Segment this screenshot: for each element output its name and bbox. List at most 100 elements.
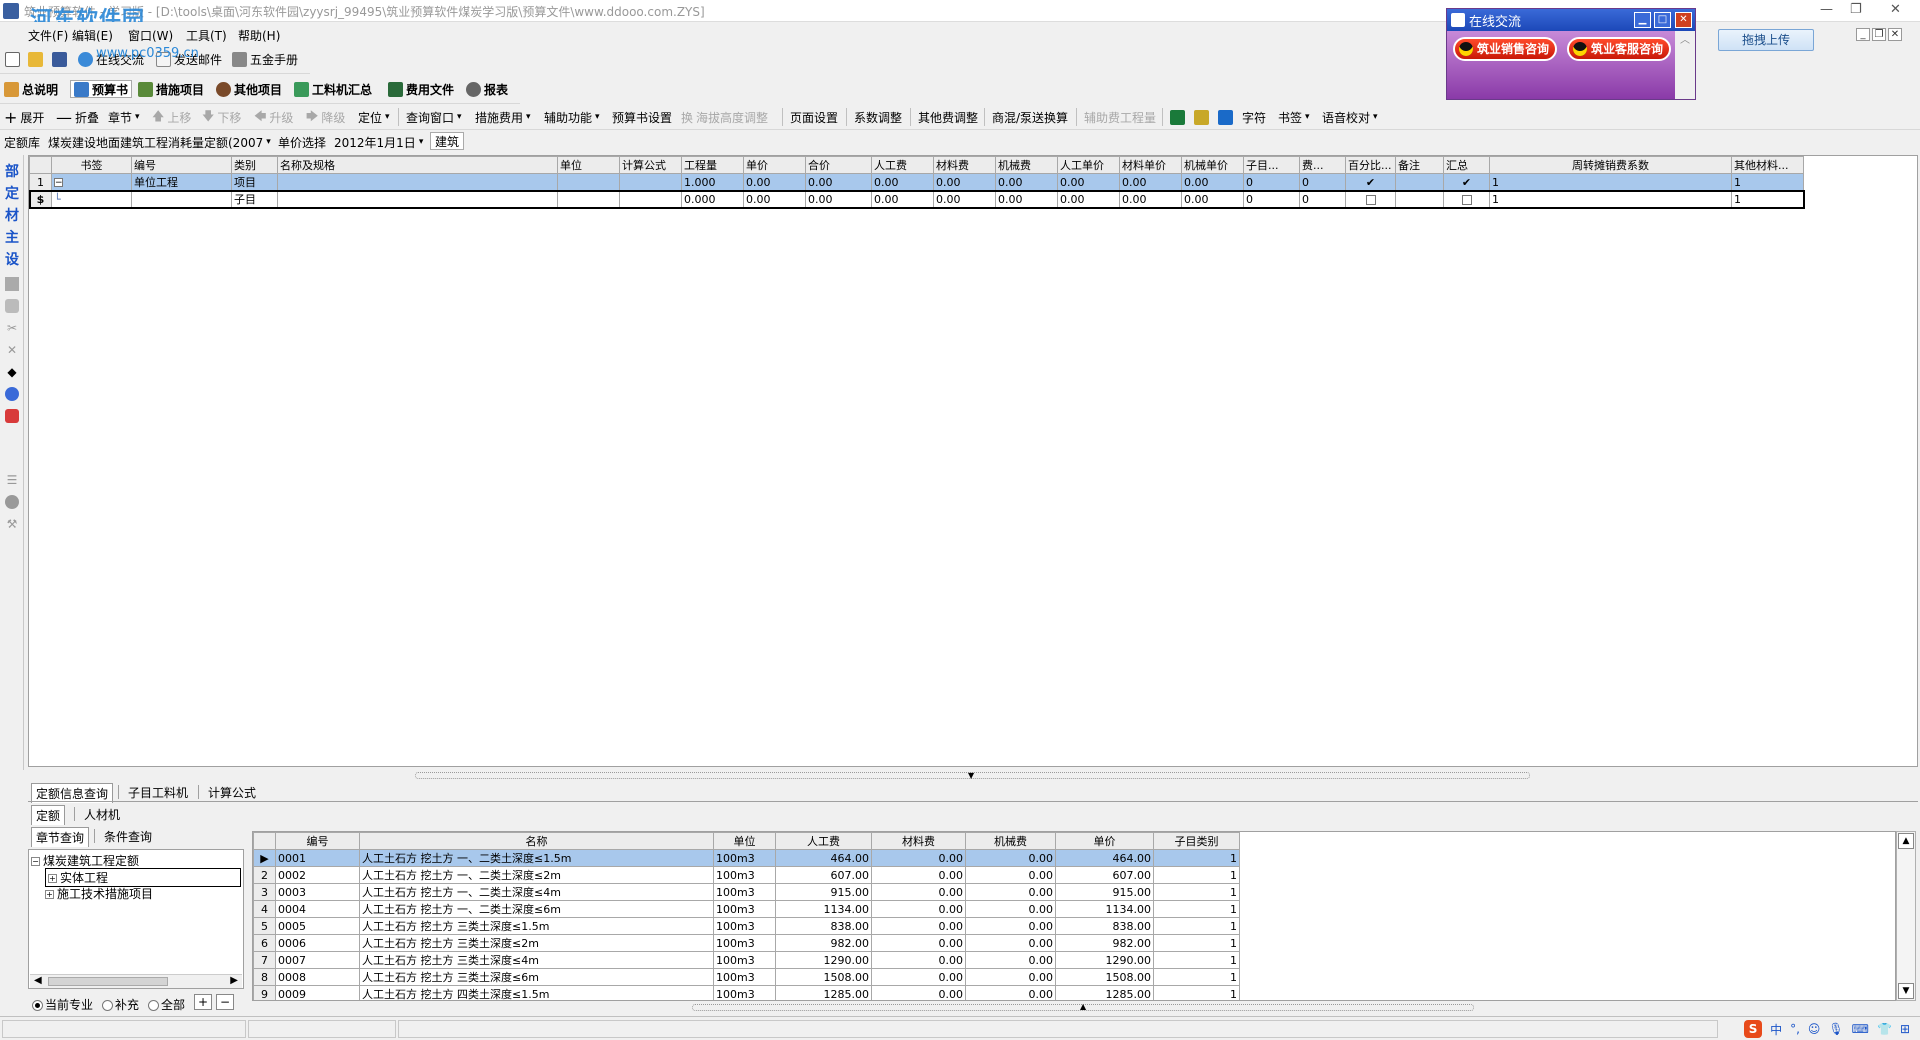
cell-material[interactable]: 0.00 xyxy=(871,883,966,901)
cell-total[interactable]: 0.00 xyxy=(805,190,872,208)
cell-unit-price[interactable]: 0.00 xyxy=(743,190,806,208)
cut-icon[interactable]: ✂ xyxy=(5,321,19,335)
tools-icon[interactable]: ⚒ xyxy=(5,517,19,531)
col-bookmark[interactable]: 书签 xyxy=(51,156,132,174)
cell-labor[interactable]: 1285.00 xyxy=(775,985,872,1000)
move-up-button[interactable]: 🡅 上移 xyxy=(152,108,191,126)
paint-button[interactable] xyxy=(1194,108,1209,126)
tree-expand-icon[interactable]: + xyxy=(45,890,54,899)
open-file-button[interactable] xyxy=(28,50,43,68)
cell-unit-price[interactable]: 0.00 xyxy=(743,173,806,191)
chevron-up-icon[interactable]: ▲ xyxy=(1080,1002,1086,1011)
cell-machine[interactable]: 0.00 xyxy=(965,866,1056,884)
cell-material[interactable]: 0.00 xyxy=(871,968,966,986)
scroll-left-icon[interactable]: ◀ xyxy=(34,975,42,986)
bookmark-dropdown[interactable]: 书签 xyxy=(1278,108,1310,126)
col-machine-price[interactable]: 机械单价 xyxy=(1181,156,1244,174)
menu-file[interactable]: 文件(F) xyxy=(28,27,68,44)
cell-name[interactable]: 人工土石方 挖土方 一、二类土深度≤2m xyxy=(359,866,714,884)
cell-name[interactable]: 人工土石方 挖土方 四类土深度≤1.5m xyxy=(359,985,714,1000)
scroll-down-icon[interactable]: ▼ xyxy=(1898,983,1914,999)
cell-name[interactable] xyxy=(277,190,558,208)
cell-machine[interactable]: 0.00 xyxy=(995,190,1058,208)
sales-consult-button[interactable]: 筑业销售咨询 xyxy=(1453,37,1558,61)
col-fee[interactable]: 费... xyxy=(1299,156,1346,174)
keyboard-icon[interactable]: ⌨ xyxy=(1852,1022,1869,1036)
remove-button[interactable]: − xyxy=(216,994,234,1010)
cell-code[interactable]: 0004 xyxy=(275,900,360,918)
quota-row[interactable]: ▶ 0001 人工土石方 挖土方 一、二类土深度≤1.5m 100m3 464.00 0.… xyxy=(253,849,1240,867)
side-tab-material[interactable]: 材 xyxy=(5,205,19,225)
budget-book-tab[interactable]: 预算书 xyxy=(70,80,133,98)
scroll-right-icon[interactable]: ▶ xyxy=(230,975,238,986)
cell-unit-price[interactable]: 915.00 xyxy=(1055,883,1154,901)
character-button[interactable]: 字符 xyxy=(1242,108,1266,126)
cell-labor-price[interactable]: 0.00 xyxy=(1057,190,1120,208)
radio-current-profession[interactable]: 当前专业 xyxy=(32,996,93,1013)
menu-window[interactable]: 窗口(W) xyxy=(128,27,173,44)
col-unit-price[interactable]: 单价 xyxy=(1055,832,1154,850)
cell-note[interactable] xyxy=(1395,190,1444,208)
cell-machine[interactable]: 0.00 xyxy=(965,917,1056,935)
cell-material-price[interactable]: 0.00 xyxy=(1119,190,1182,208)
move-down-button[interactable]: 🡇 下移 xyxy=(202,108,241,126)
cell-material-price[interactable]: 0.00 xyxy=(1119,173,1182,191)
cell-name[interactable] xyxy=(277,173,558,191)
cell-fee[interactable]: 0 xyxy=(1299,173,1346,191)
tree-collapse-icon[interactable]: − xyxy=(31,857,40,866)
measures-button[interactable]: 措施项目 xyxy=(138,80,204,98)
cell-unit[interactable]: 100m3 xyxy=(713,985,776,1000)
cell-unit[interactable]: 100m3 xyxy=(713,900,776,918)
radio-supplement[interactable]: 补充 xyxy=(102,996,139,1013)
chapter-dropdown[interactable]: 章节 xyxy=(108,108,140,126)
cell-unit-price[interactable]: 1508.00 xyxy=(1055,968,1154,986)
side-tab-main[interactable]: 主 xyxy=(5,227,19,247)
cell-percent-checkbox[interactable]: ✔ xyxy=(1345,173,1396,191)
cell-note[interactable] xyxy=(1395,173,1444,191)
quota-row[interactable]: 5 0005 人工土石方 挖土方 三类土深度≤1.5m 100m3 838.00 0.00… xyxy=(253,917,1240,935)
menu-tools[interactable]: 工具(T) xyxy=(186,27,227,44)
downgrade-button[interactable]: 🡆 降级 xyxy=(306,108,345,126)
cell-labor[interactable]: 0.00 xyxy=(871,173,934,191)
cell-code[interactable]: 0003 xyxy=(275,883,360,901)
col-other-material[interactable]: 其他材料... xyxy=(1731,156,1804,174)
drag-upload-button[interactable]: 拖拽上传 xyxy=(1718,29,1814,51)
chat-close-button[interactable]: ✕ xyxy=(1675,12,1692,28)
cell-percent-checkbox[interactable] xyxy=(1345,190,1396,208)
cell-summary-checkbox[interactable]: ✔ xyxy=(1443,173,1490,191)
cell-unit-price[interactable]: 464.00 xyxy=(1055,849,1154,867)
side-tab-equipment[interactable]: 设 xyxy=(5,249,19,269)
col-machine[interactable]: 机械费 xyxy=(995,156,1058,174)
close-icon[interactable]: ✕ xyxy=(1890,2,1901,17)
cancel-icon[interactable] xyxy=(5,495,19,509)
collapse-button[interactable]: — 折叠 xyxy=(56,108,99,127)
cell-machine[interactable]: 0.00 xyxy=(965,900,1056,918)
cell-sub-item[interactable]: 0 xyxy=(1243,173,1300,191)
cell-material[interactable]: 0.00 xyxy=(871,866,966,884)
expand-button[interactable]: + 展开 xyxy=(4,108,44,127)
tab-labor-material-machine[interactable]: 人材机 xyxy=(80,805,124,824)
cell-machine-price[interactable]: 0.00 xyxy=(1181,190,1244,208)
tab-chapter-query[interactable]: 章节查询 xyxy=(31,827,90,847)
coefficient-adjust-button[interactable]: 系数调整 xyxy=(854,108,902,126)
cell-code[interactable]: 0006 xyxy=(275,934,360,952)
col-turnover-coef[interactable]: 周转摊销费系数 xyxy=(1489,156,1732,174)
col-percent[interactable]: 百分比... xyxy=(1345,156,1396,174)
cell-unit-price[interactable]: 1134.00 xyxy=(1055,900,1154,918)
aux-fee-qty-button[interactable]: 辅助费工程量 xyxy=(1084,108,1156,126)
cell-material[interactable]: 0.00 xyxy=(933,173,996,191)
cell-labor[interactable]: 1134.00 xyxy=(775,900,872,918)
cell-machine-price[interactable]: 0.00 xyxy=(1181,173,1244,191)
col-unit-price[interactable]: 单价 xyxy=(743,156,806,174)
chevron-down-icon[interactable]: ▼ xyxy=(968,771,974,780)
calculator-button[interactable] xyxy=(1218,108,1233,126)
excel-button[interactable] xyxy=(1170,108,1185,126)
cell-name[interactable]: 人工土石方 挖土方 三类土深度≤2m xyxy=(359,934,714,952)
cell-unit[interactable]: 100m3 xyxy=(713,934,776,952)
list-icon[interactable]: ☰ xyxy=(5,473,19,487)
altitude-adjust-button[interactable]: 换海拔高度调整 xyxy=(681,108,768,126)
cell-sub-category[interactable]: 1 xyxy=(1153,951,1240,969)
cell-labor[interactable]: 607.00 xyxy=(775,866,872,884)
locate-dropdown[interactable]: 定位 xyxy=(358,108,390,126)
cell-labor[interactable]: 838.00 xyxy=(775,917,872,935)
